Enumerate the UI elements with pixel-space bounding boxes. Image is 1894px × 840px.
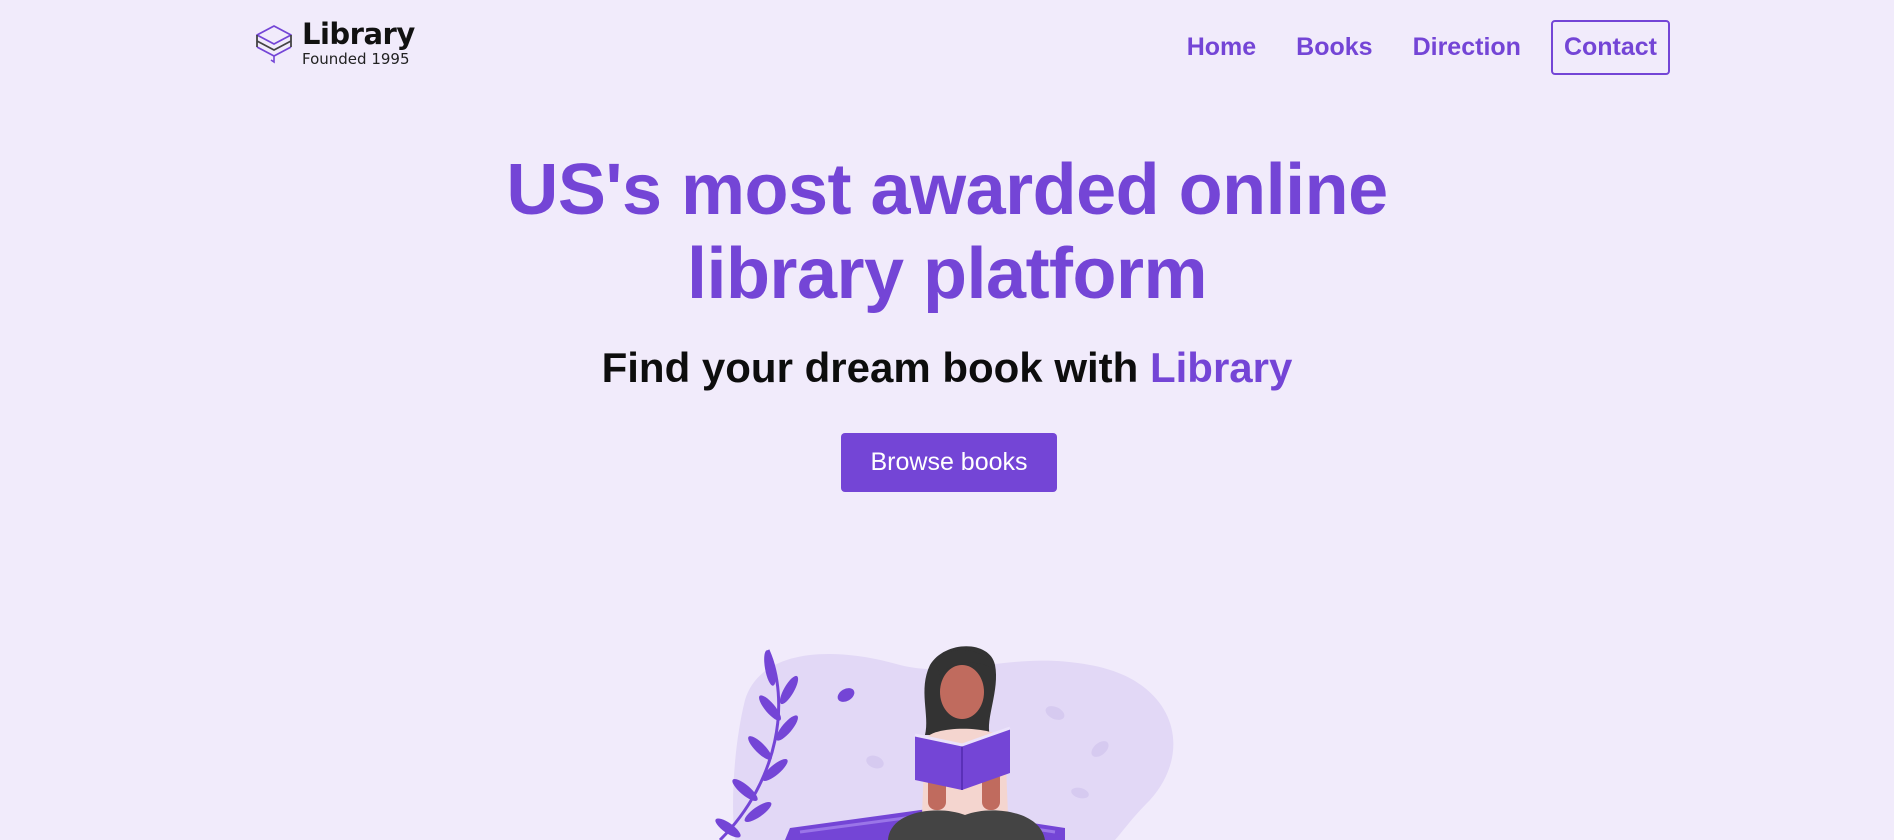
nav-contact-button[interactable]: Contact (1550, 20, 1670, 75)
hero-subtitle-text: Find your dream book with (601, 344, 1139, 391)
hero-title-line2: library platform (686, 234, 1208, 314)
hero-subtitle: Find your dream book with Library (0, 344, 1894, 392)
brand-logo[interactable]: Library Founded 1995 (254, 20, 415, 67)
books-stack-icon (256, 24, 292, 63)
brand-name: Library (302, 17, 415, 51)
hero-subtitle-brand: Library (1149, 344, 1293, 391)
hero-title-line1: US's most awarded online (506, 150, 1388, 230)
main-nav: Home Books Direction Contact (1147, 20, 1670, 75)
nav-home[interactable]: Home (1187, 33, 1256, 62)
nav-books[interactable]: Books (1296, 33, 1372, 62)
hero-title: US's most awarded online library platfor… (0, 148, 1894, 316)
brand-tagline: Founded 1995 (302, 50, 410, 68)
browse-books-button[interactable]: Browse books (841, 433, 1057, 492)
nav-direction[interactable]: Direction (1413, 33, 1521, 62)
woman-reading-book-illustration (715, 646, 1174, 840)
